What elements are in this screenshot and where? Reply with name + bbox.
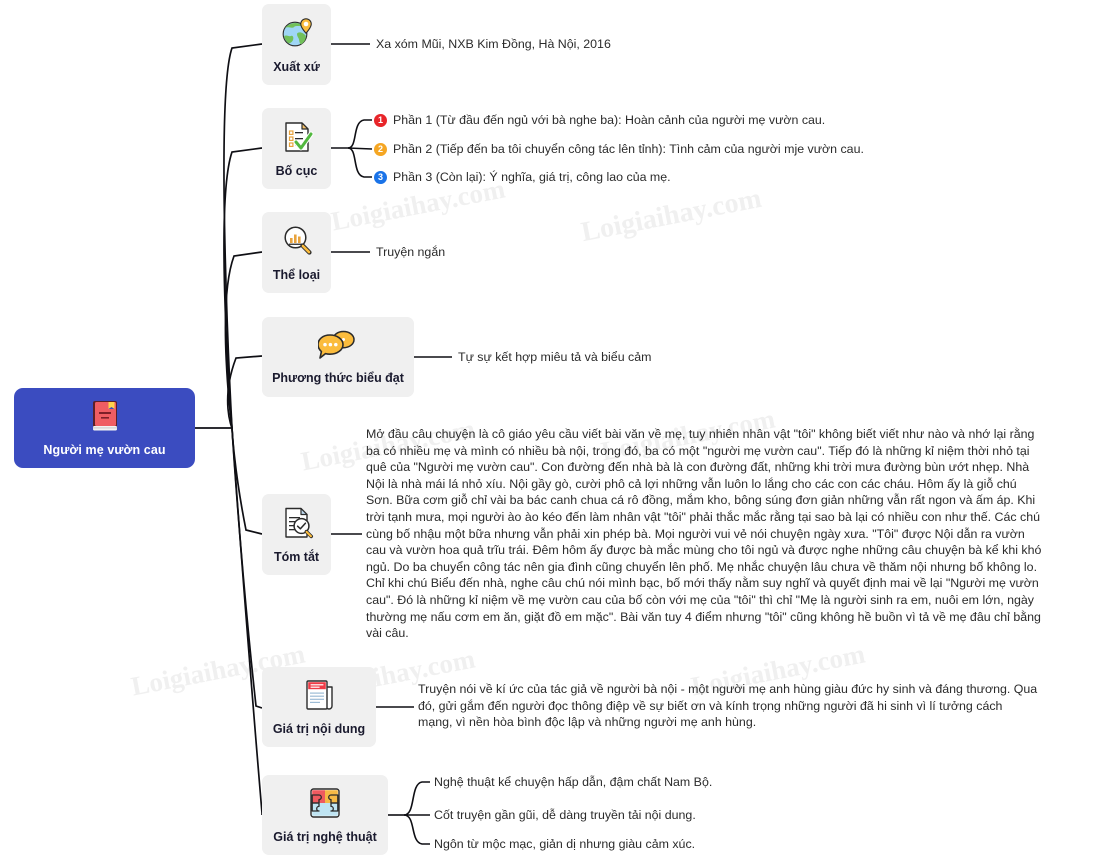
- numbered-leaf: 1 Phần 1 (Từ đầu đến ngủ với bà nghe ba)…: [374, 112, 825, 128]
- numbered-leaf-text: Phần 1 (Từ đầu đến ngủ với bà nghe ba): …: [393, 113, 826, 127]
- branch-label: Giá trị nội dung: [272, 722, 366, 736]
- bullet-number: 3: [374, 170, 387, 184]
- content-value-paragraph: Truyện nói về kí ức của tác giả về người…: [418, 682, 1038, 730]
- branch-node-xuat-xu[interactable]: Xuất xứ: [262, 4, 331, 85]
- root-label: Người mẹ vườn cau: [43, 442, 166, 457]
- newspaper-icon: [303, 678, 335, 717]
- branch-node-phuong-thuc[interactable]: Phương thức biểu đạt: [262, 317, 414, 397]
- puzzle-icon: [308, 786, 342, 825]
- leaf-text: Cốt truyện gần gũi, dễ dàng truyền tải n…: [434, 808, 696, 822]
- chart-magnifier-icon: [280, 224, 314, 263]
- branch-label: Tóm tắt: [273, 549, 320, 564]
- book-icon: [90, 400, 120, 437]
- leaf-text: Ngôn từ mộc mạc, giản dị nhưng giàu cảm …: [434, 837, 696, 851]
- leaf-text: Xa xóm Mũi, NXB Kim Đồng, Hà Nội, 2016: [376, 37, 611, 51]
- numbered-leaf: 2 Phần 2 (Tiếp đến ba tôi chuyển công tá…: [374, 141, 864, 157]
- mindmap-canvas: Loigiaihay.com Loigiaihay.com Loigiaihay…: [0, 0, 1101, 862]
- branch-label: Phương thức biểu đạt: [272, 371, 404, 385]
- numbered-leaf-text: Phần 2 (Tiếp đến ba tôi chuyển công tác …: [393, 142, 864, 156]
- branch-label: Bố cục: [275, 163, 318, 178]
- numbered-leaf-text: Phần 3 (Còn lại): Ý nghĩa, giá trị, công…: [393, 170, 671, 184]
- branch-node-gia-tri-nghe-thuat[interactable]: Giá trị nghệ thuật: [262, 775, 388, 855]
- branch-node-gia-tri-noi-dung[interactable]: Giá trị nội dung: [262, 667, 376, 747]
- bullet-number: 1: [374, 113, 387, 127]
- bullet-number: 2: [374, 142, 387, 156]
- branch-label: Thể loại: [272, 267, 321, 282]
- leaf-text: Truyện ngắn: [376, 245, 446, 259]
- branch-node-tom-tat[interactable]: Tóm tắt: [262, 494, 331, 575]
- leaf-text: Nghệ thuật kể chuyện hấp dẫn, đậm chất N…: [434, 775, 713, 789]
- globe-pin-icon: [280, 16, 314, 55]
- speech-bubbles-icon: [317, 329, 358, 366]
- summary-paragraph: Mở đầu câu chuyện là cô giáo yêu cầu viế…: [366, 427, 1042, 641]
- branch-label: Giá trị nghệ thuật: [273, 830, 377, 844]
- numbered-leaf: 3 Phần 3 (Còn lại): Ý nghĩa, giá trị, cô…: [374, 169, 671, 185]
- checklist-icon: [280, 120, 314, 159]
- document-search-icon: [280, 506, 314, 545]
- leaf-text: Tự sự kết hợp miêu tả và biểu cảm: [458, 350, 652, 364]
- branch-node-bo-cuc[interactable]: Bố cục: [262, 108, 331, 189]
- root-node[interactable]: Người mẹ vườn cau: [14, 388, 195, 468]
- branch-label: Xuất xứ: [273, 59, 320, 74]
- watermark: Loigiaihay.com: [578, 182, 764, 249]
- branch-node-the-loai[interactable]: Thể loại: [262, 212, 331, 293]
